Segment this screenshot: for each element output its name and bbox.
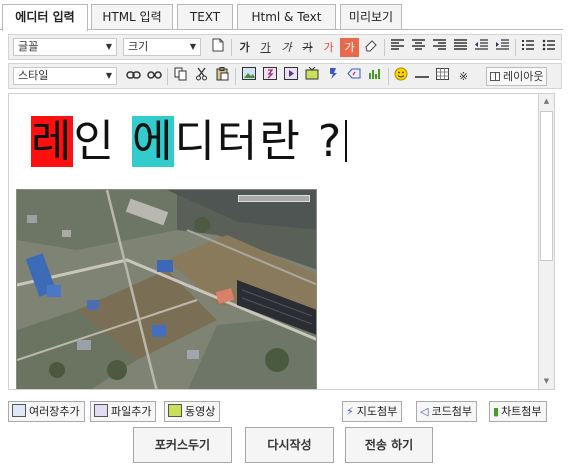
code-tag-icon[interactable] (344, 67, 363, 86)
text-color-button[interactable]: 가 (319, 38, 338, 57)
align-center-icon[interactable] (409, 38, 428, 57)
add-video-button[interactable]: 동영상 (164, 401, 221, 422)
tab-html-input[interactable]: HTML 입력 (91, 4, 173, 30)
eraser-icon[interactable] (361, 38, 380, 57)
text-cursor (345, 120, 348, 162)
toolbar-separator (231, 39, 232, 56)
bullet-list-icon[interactable] (539, 38, 558, 57)
special-character-button[interactable]: ※ (454, 67, 473, 86)
highlighted-text-red: 레 (31, 116, 74, 167)
aerial-photo-image[interactable] (16, 189, 317, 389)
copy-icon[interactable] (171, 67, 190, 86)
unlink-icon[interactable] (145, 67, 164, 86)
font-select-value: 글꼴 (18, 40, 39, 53)
add-file-label: 파일추가 (111, 405, 152, 418)
attach-chart-button[interactable]: ▮ 차트첨부 (489, 401, 547, 422)
font-select[interactable]: 글꼴 ▼ (13, 38, 117, 56)
emoticon-icon[interactable] (391, 67, 410, 86)
toolbar-separator (235, 68, 236, 85)
bold-button[interactable]: 가 (235, 38, 254, 57)
code-icon: ◁ (420, 405, 429, 418)
horizontal-line-icon[interactable] (412, 67, 431, 86)
toolbar-separator (388, 68, 389, 85)
italic-button[interactable]: 가 (277, 38, 296, 57)
underline-button[interactable]: 가 (256, 38, 275, 57)
attach-code-button[interactable]: ◁ 코드첨부 (416, 401, 477, 422)
align-justify-icon[interactable] (451, 38, 470, 57)
layout-grid-icon (490, 72, 500, 81)
layout-button-label: 레이아웃 (503, 70, 544, 83)
photo-icon (12, 404, 26, 417)
editor-heading-text: 레인 에디터란 ? (31, 116, 348, 167)
editor-mode-tabs: 에디터 입력 HTML 입력 TEXT Html & Text 미리보기 (0, 0, 571, 31)
chevron-down-icon: ▼ (189, 42, 196, 51)
style-select-value: 스타일 (18, 69, 49, 82)
tab-html-text[interactable]: Html & Text (237, 4, 336, 30)
add-photos-button[interactable]: 여러장추가 (8, 401, 85, 422)
toolbar-separator (515, 39, 516, 56)
new-document-icon[interactable] (208, 38, 227, 57)
layout-button[interactable]: 레이아웃 (486, 67, 548, 86)
tab-preview[interactable]: 미리보기 (340, 4, 402, 30)
add-video-label: 동영상 (185, 405, 216, 418)
scroll-down-arrow-icon[interactable]: ▼ (539, 374, 554, 389)
link-icon[interactable] (124, 67, 143, 86)
editor-text: 디터란 ? (174, 116, 344, 167)
attach-map-button[interactable]: ⚡ 지도첨부 (342, 401, 403, 422)
style-select[interactable]: 스타일 ▼ (13, 67, 117, 85)
toolbar-separator (384, 39, 385, 56)
attach-chart-label: 차트첨부 (501, 405, 542, 418)
attach-map-label: 지도첨부 (356, 405, 398, 418)
insert-toolbar: 스타일 ▼ ※ 레이아웃 (8, 63, 562, 89)
submit-button[interactable]: 전송 하기 (345, 427, 433, 463)
video-icon (168, 404, 182, 417)
tv-icon[interactable] (302, 66, 321, 86)
numbered-list-icon[interactable] (518, 38, 537, 57)
align-right-icon[interactable] (430, 38, 449, 57)
paste-icon[interactable] (213, 67, 232, 86)
rewrite-button[interactable]: 다시작성 (245, 427, 334, 463)
flash-icon[interactable] (260, 67, 279, 86)
editor-content-area[interactable]: 레인 에디터란 ? (8, 93, 555, 390)
scroll-up-arrow-icon[interactable]: ▲ (539, 94, 554, 109)
toolbar-separator (167, 68, 168, 85)
focus-button[interactable]: 포커스두기 (133, 427, 232, 463)
map-icon: ⚡ (346, 405, 354, 418)
chevron-down-icon: ▼ (105, 42, 112, 51)
bookmark-icon[interactable] (323, 67, 342, 86)
size-select-value: 크기 (128, 40, 149, 53)
table-icon[interactable] (433, 67, 452, 86)
chevron-down-icon: ▼ (105, 71, 112, 80)
indent-icon[interactable] (493, 38, 512, 57)
image-icon[interactable] (239, 67, 258, 86)
cut-icon[interactable] (192, 67, 211, 86)
attach-code-label: 코드첨부 (431, 405, 472, 418)
chart-icon: ▮ (493, 405, 500, 418)
scrollbar-thumb[interactable] (540, 111, 553, 261)
tab-editor-input[interactable]: 에디터 입력 (2, 4, 88, 31)
align-left-icon[interactable] (388, 38, 407, 57)
size-select[interactable]: 크기 ▼ (123, 38, 201, 56)
strikethrough-button[interactable]: 가 (298, 38, 317, 57)
media-icon[interactable] (281, 67, 300, 86)
file-icon (94, 404, 108, 417)
image-resize-handle[interactable] (238, 195, 310, 202)
background-color-button[interactable]: 가 (340, 38, 359, 57)
outdent-icon[interactable] (472, 38, 491, 57)
add-photos-label: 여러장추가 (29, 405, 80, 418)
editor-text: 인 (73, 116, 132, 167)
formatting-toolbar: 글꼴 ▼ 크기 ▼ 가 가 가 가 가 가 (8, 34, 562, 60)
tab-text[interactable]: TEXT (177, 4, 233, 30)
highlighted-text-cyan: 에 (131, 116, 175, 167)
editor-scrollbar[interactable]: ▲ ▼ (538, 93, 555, 390)
add-file-button[interactable]: 파일추가 (90, 401, 157, 422)
chart-icon[interactable] (365, 67, 384, 86)
